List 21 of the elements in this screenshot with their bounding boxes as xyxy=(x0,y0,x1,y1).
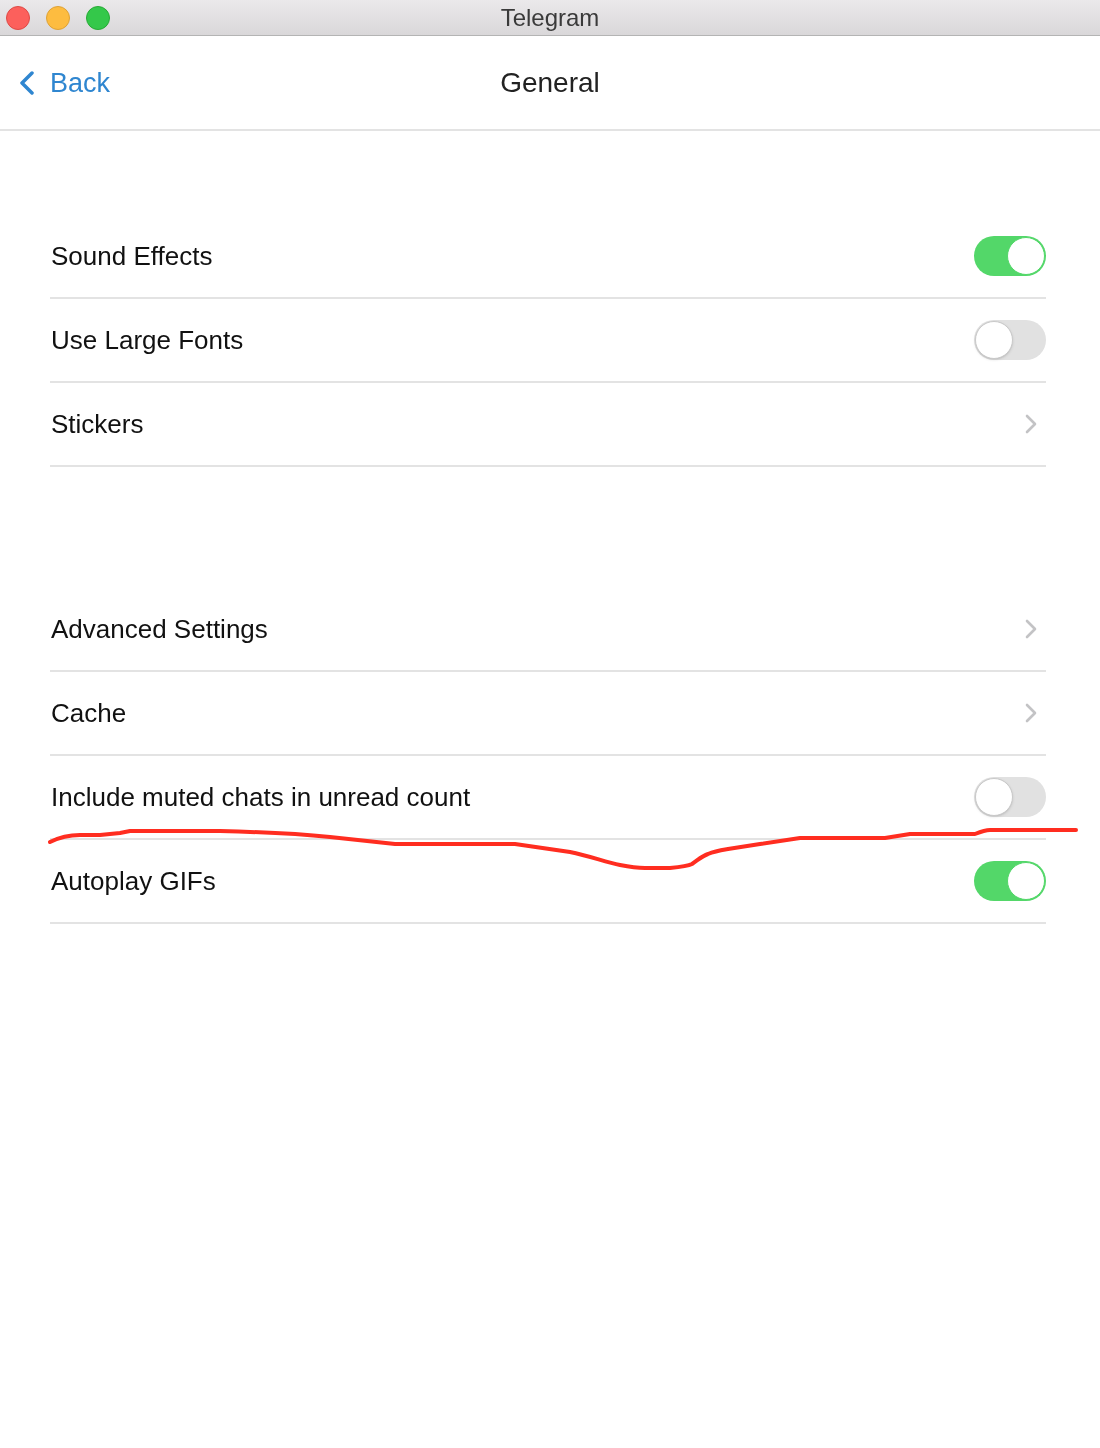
chevron-right-icon[interactable] xyxy=(1025,703,1037,723)
chevron-left-icon xyxy=(19,70,35,95)
toggle-switch[interactable] xyxy=(974,861,1046,901)
close-button[interactable] xyxy=(6,5,30,30)
setting-label: Autoplay GIFs xyxy=(50,865,216,897)
minimize-button[interactable] xyxy=(46,5,70,30)
toggle-switch[interactable] xyxy=(974,236,1046,276)
setting-label: Use Large Fonts xyxy=(50,324,244,356)
back-button[interactable]: Back xyxy=(0,65,111,100)
setting-label: Cache xyxy=(50,697,127,729)
setting-label: Include muted chats in unread count xyxy=(50,781,471,813)
toggle-switch[interactable] xyxy=(974,777,1046,817)
setting-label: Stickers xyxy=(50,408,144,440)
zoom-button[interactable] xyxy=(86,5,110,30)
window-title: Telegram xyxy=(500,2,600,33)
page-title: General xyxy=(500,65,600,100)
setting-label: Advanced Settings xyxy=(50,613,268,645)
chevron-right-icon[interactable] xyxy=(1025,619,1037,639)
chevron-right-icon[interactable] xyxy=(1025,414,1037,434)
toggle-switch[interactable] xyxy=(974,320,1046,360)
setting-label: Sound Effects xyxy=(50,240,213,272)
